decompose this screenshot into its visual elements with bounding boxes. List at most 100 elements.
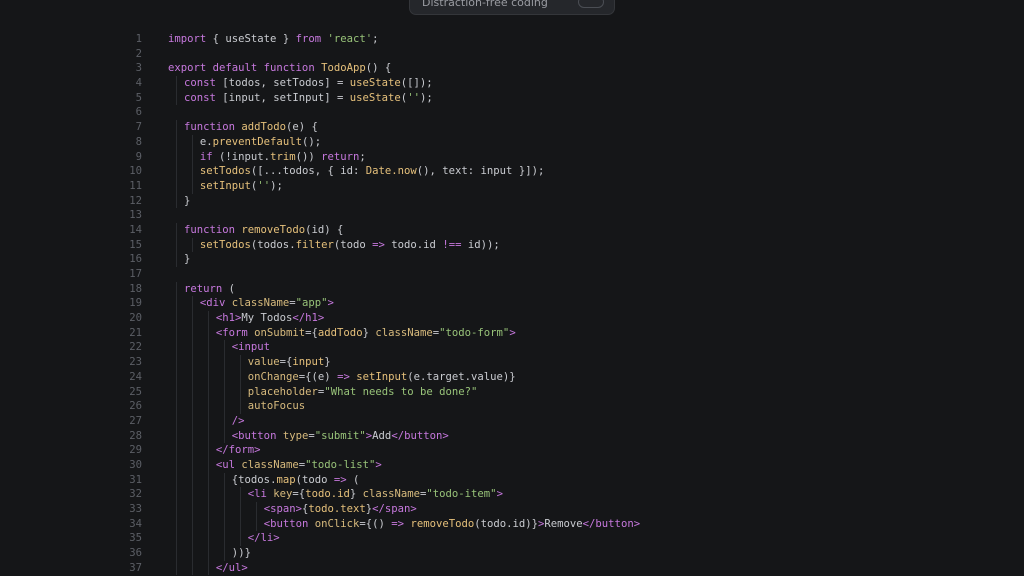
code-line[interactable]: 4 const [todos, setTodos] = useState([]); [0,76,1024,91]
line-number: 23 [129,356,142,369]
code-line[interactable]: 9 if (!input.trim()) return; [0,149,1024,165]
code-line[interactable]: 17 [0,267,1024,282]
indent-guide [191,531,193,547]
code-text: /> [232,414,245,429]
indent-guide [176,325,177,341]
indent-guide [191,384,193,400]
indent-guide [223,384,225,400]
indent-guide [207,457,209,473]
code-line[interactable]: 23 value={input} [0,355,1024,370]
code-token: export default function [168,62,315,75]
code-token: ={(e) [298,370,338,383]
code-line[interactable]: 14 function removeTodo(id) { [0,222,1024,238]
indent-guide [207,340,209,356]
code-token: value [247,356,280,369]
code-token: "todo-item" [426,488,497,501]
code-token: e. [199,135,213,148]
code-token: type [282,429,309,442]
indent-guide [223,355,225,370]
code-text: <span>{todo.text}</span> [264,502,417,517]
code-line[interactable]: 5 const [input, setInput] = useState(''); [0,90,1024,106]
code-line[interactable]: 11 setInput(''); [0,178,1024,194]
code-line[interactable]: 21 <form onSubmit={addTodo} className="to… [0,325,1024,341]
code-line[interactable]: 29 </form> [0,443,1024,458]
code-line[interactable]: 13 [0,208,1024,223]
code-line[interactable]: 3 export default function TodoApp() { [0,61,1024,76]
indent-guide [176,193,177,209]
indent-guide [176,399,177,414]
code-token: ; [372,33,379,45]
code-line[interactable]: 22 <input [0,340,1024,356]
code-token: (); [301,135,322,148]
code-line[interactable]: 33 <span>{todo.text}</span> [0,502,1024,517]
code-editor[interactable]: 1 import { useState } from 'react'; 2 3 expo… [0,32,1024,576]
code-line[interactable]: 6 [0,105,1024,120]
toggle-switch[interactable] [578,0,604,8]
indent-guide [176,296,177,312]
code-token: } [183,253,191,266]
indent-guide [176,90,177,106]
code-line[interactable]: 37 </ul> [0,560,1024,576]
code-line[interactable]: 18 return ( [0,281,1024,297]
code-token: } [349,488,363,501]
code-token: !== [442,238,462,251]
code-line[interactable]: 1 import { useState } from 'react'; [0,32,1024,47]
code-token: Date.now [365,165,417,178]
indent-guide [191,502,193,517]
indent-guide [207,369,209,385]
code-line[interactable]: 10 setTodos([...todos, { id: Date.now(), … [0,164,1024,179]
code-line[interactable]: 25 placeholder="What needs to be done?" [0,384,1024,400]
code-line[interactable]: 35 </li> [0,531,1024,547]
line-number: 16 [129,253,142,266]
indent-guide [176,178,177,194]
code-line[interactable]: 27 /> [0,413,1024,429]
code-line[interactable]: 12} [0,193,1024,209]
indent-guide [176,531,177,547]
line-number: 25 [129,385,142,398]
code-token: ={ [279,356,293,369]
code-line[interactable]: 19 <div className="app"> [0,296,1024,312]
indent-guide [176,164,177,179]
code-token: (todos. [250,238,296,251]
line-number: 18 [129,282,142,295]
code-line[interactable]: 2 [0,47,1024,62]
code-token: ( [346,473,360,486]
code-token: removeTodo [410,517,475,530]
code-token: </button> [391,429,449,442]
code-line[interactable]: 15 setTodos(todos.filter(todo => todo.id … [0,237,1024,253]
code-text: <ul className="todo-list"> [216,458,382,473]
code-line[interactable]: 36))} [0,546,1024,561]
code-line[interactable]: 28 <button type="submit">Add</button> [0,428,1024,444]
indent-guide [191,164,193,179]
code-token: </h1> [292,312,325,325]
line-number: 7 [135,121,142,134]
code-line[interactable]: 24 onChange={(e) => setInput(e.target.val… [0,369,1024,385]
code-line[interactable]: 34 <button onClick={() => removeTodo(todo… [0,516,1024,532]
indent-guide [176,134,177,150]
code-line[interactable]: 8 e.preventDefault(); [0,134,1024,150]
indent-guide [191,369,193,385]
code-token: const [183,77,216,90]
code-line[interactable]: 30 <ul className="todo-list"> [0,457,1024,473]
code-token: } [362,326,376,339]
line-number: 3 [135,62,142,75]
code-line[interactable]: 26 autoFocus [0,399,1024,414]
code-line[interactable]: 32 <li key={todo.id} className="todo-item… [0,487,1024,502]
code-line[interactable]: 7 function addTodo(e) { [0,120,1024,135]
line-number: 36 [129,547,142,560]
indent-guide [239,399,241,414]
code-token: "todo-form" [439,326,510,339]
code-text: ))} [232,546,251,561]
code-token: <span> [263,503,302,515]
code-line[interactable]: 20 <h1>My Todos</h1> [0,311,1024,326]
indent-guide [239,384,241,400]
indent-guide [176,384,177,400]
indent-guide [207,311,209,326]
line-number: 34 [129,517,142,530]
indent-guide [176,311,177,326]
code-line[interactable]: 16} [0,252,1024,267]
indent-guide [176,281,177,297]
code-line[interactable]: 31 {todos.map(todo => ( [0,472,1024,488]
indent-guide [207,502,209,517]
code-text: <h1>My Todos</h1> [216,311,324,326]
